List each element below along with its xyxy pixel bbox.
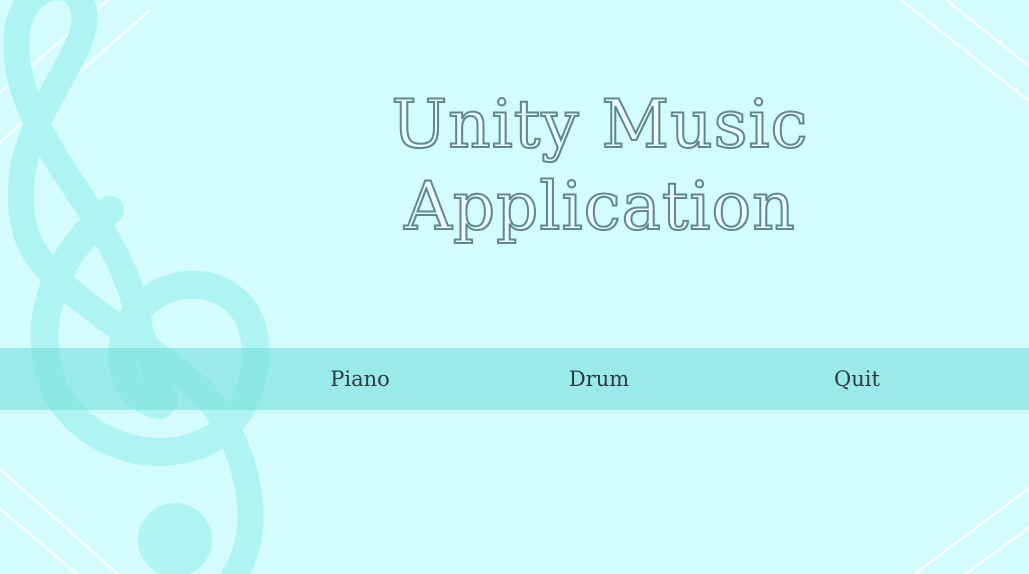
main-menu-screen: Unity Music Application Piano Drum Quit: [0, 0, 1029, 574]
drum-button[interactable]: Drum: [539, 348, 659, 410]
title-line-1: Unity Music: [390, 85, 809, 164]
piano-button[interactable]: Piano: [300, 348, 420, 410]
treble-clef-icon: [3, 0, 270, 574]
quit-button[interactable]: Quit: [797, 348, 917, 410]
page-title: Unity Music Application: [350, 84, 850, 248]
main-menu-bar: Piano Drum Quit: [0, 348, 1029, 410]
title-line-2: Application: [403, 167, 796, 246]
